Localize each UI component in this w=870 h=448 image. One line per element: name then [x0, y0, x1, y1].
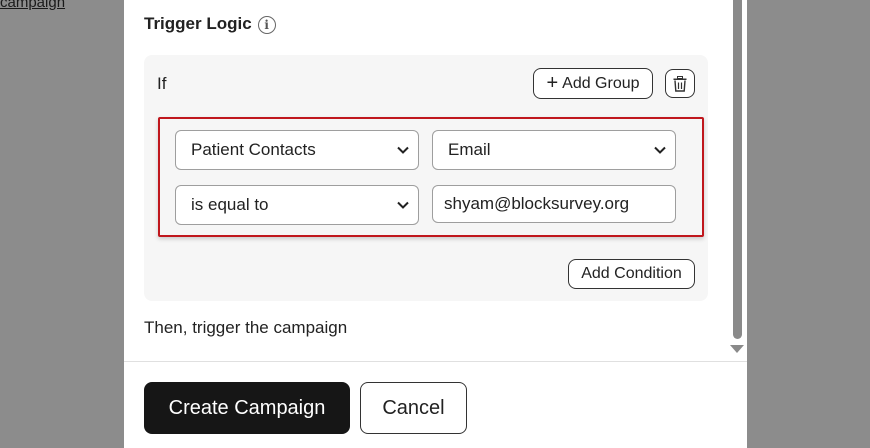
- value-input[interactable]: shyam@blocksurvey.org: [432, 185, 676, 223]
- field-select[interactable]: Email: [432, 130, 676, 170]
- if-label: If: [157, 74, 167, 93]
- condition-row-highlight: Patient Contacts Email is equal to shyam…: [158, 117, 704, 237]
- then-trigger-text: Then, trigger the campaign: [144, 318, 348, 337]
- info-icon[interactable]: i: [257, 16, 276, 34]
- operator-select[interactable]: is equal to: [175, 185, 419, 225]
- trash-icon: [673, 75, 687, 92]
- create-campaign-modal: Trigger Logic i If + Add Group Patient C…: [124, 0, 747, 448]
- modal-footer: Create Campaign Cancel: [124, 361, 747, 448]
- delete-group-button[interactable]: [665, 69, 695, 98]
- add-condition-button[interactable]: Add Condition: [568, 259, 695, 289]
- cancel-button[interactable]: Cancel: [360, 382, 467, 434]
- add-group-label: Add Group: [562, 74, 640, 92]
- create-campaign-button[interactable]: Create Campaign: [144, 382, 350, 434]
- plus-icon: +: [546, 71, 559, 94]
- scrollbar-thumb[interactable]: [733, 0, 742, 339]
- chevron-down-icon: [654, 146, 666, 154]
- chevron-down-icon: [397, 201, 409, 209]
- source-select-value: Patient Contacts: [191, 140, 316, 159]
- source-select[interactable]: Patient Contacts: [175, 130, 419, 170]
- trigger-logic-heading: Trigger Logic i: [144, 14, 276, 34]
- modal-body: Trigger Logic i If + Add Group Patient C…: [124, 0, 747, 361]
- operator-select-value: is equal to: [191, 195, 269, 214]
- field-select-value: Email: [448, 140, 491, 159]
- scroll-down-arrow[interactable]: [730, 345, 744, 353]
- value-input-text: shyam@blocksurvey.org: [444, 194, 630, 213]
- add-group-button[interactable]: + Add Group: [533, 68, 653, 99]
- chevron-down-icon: [397, 146, 409, 154]
- condition-group: If + Add Group Patient Contacts Email is…: [144, 55, 708, 301]
- trigger-logic-title: Trigger Logic: [144, 14, 252, 33]
- background-campaign-link: campaign: [0, 0, 66, 11]
